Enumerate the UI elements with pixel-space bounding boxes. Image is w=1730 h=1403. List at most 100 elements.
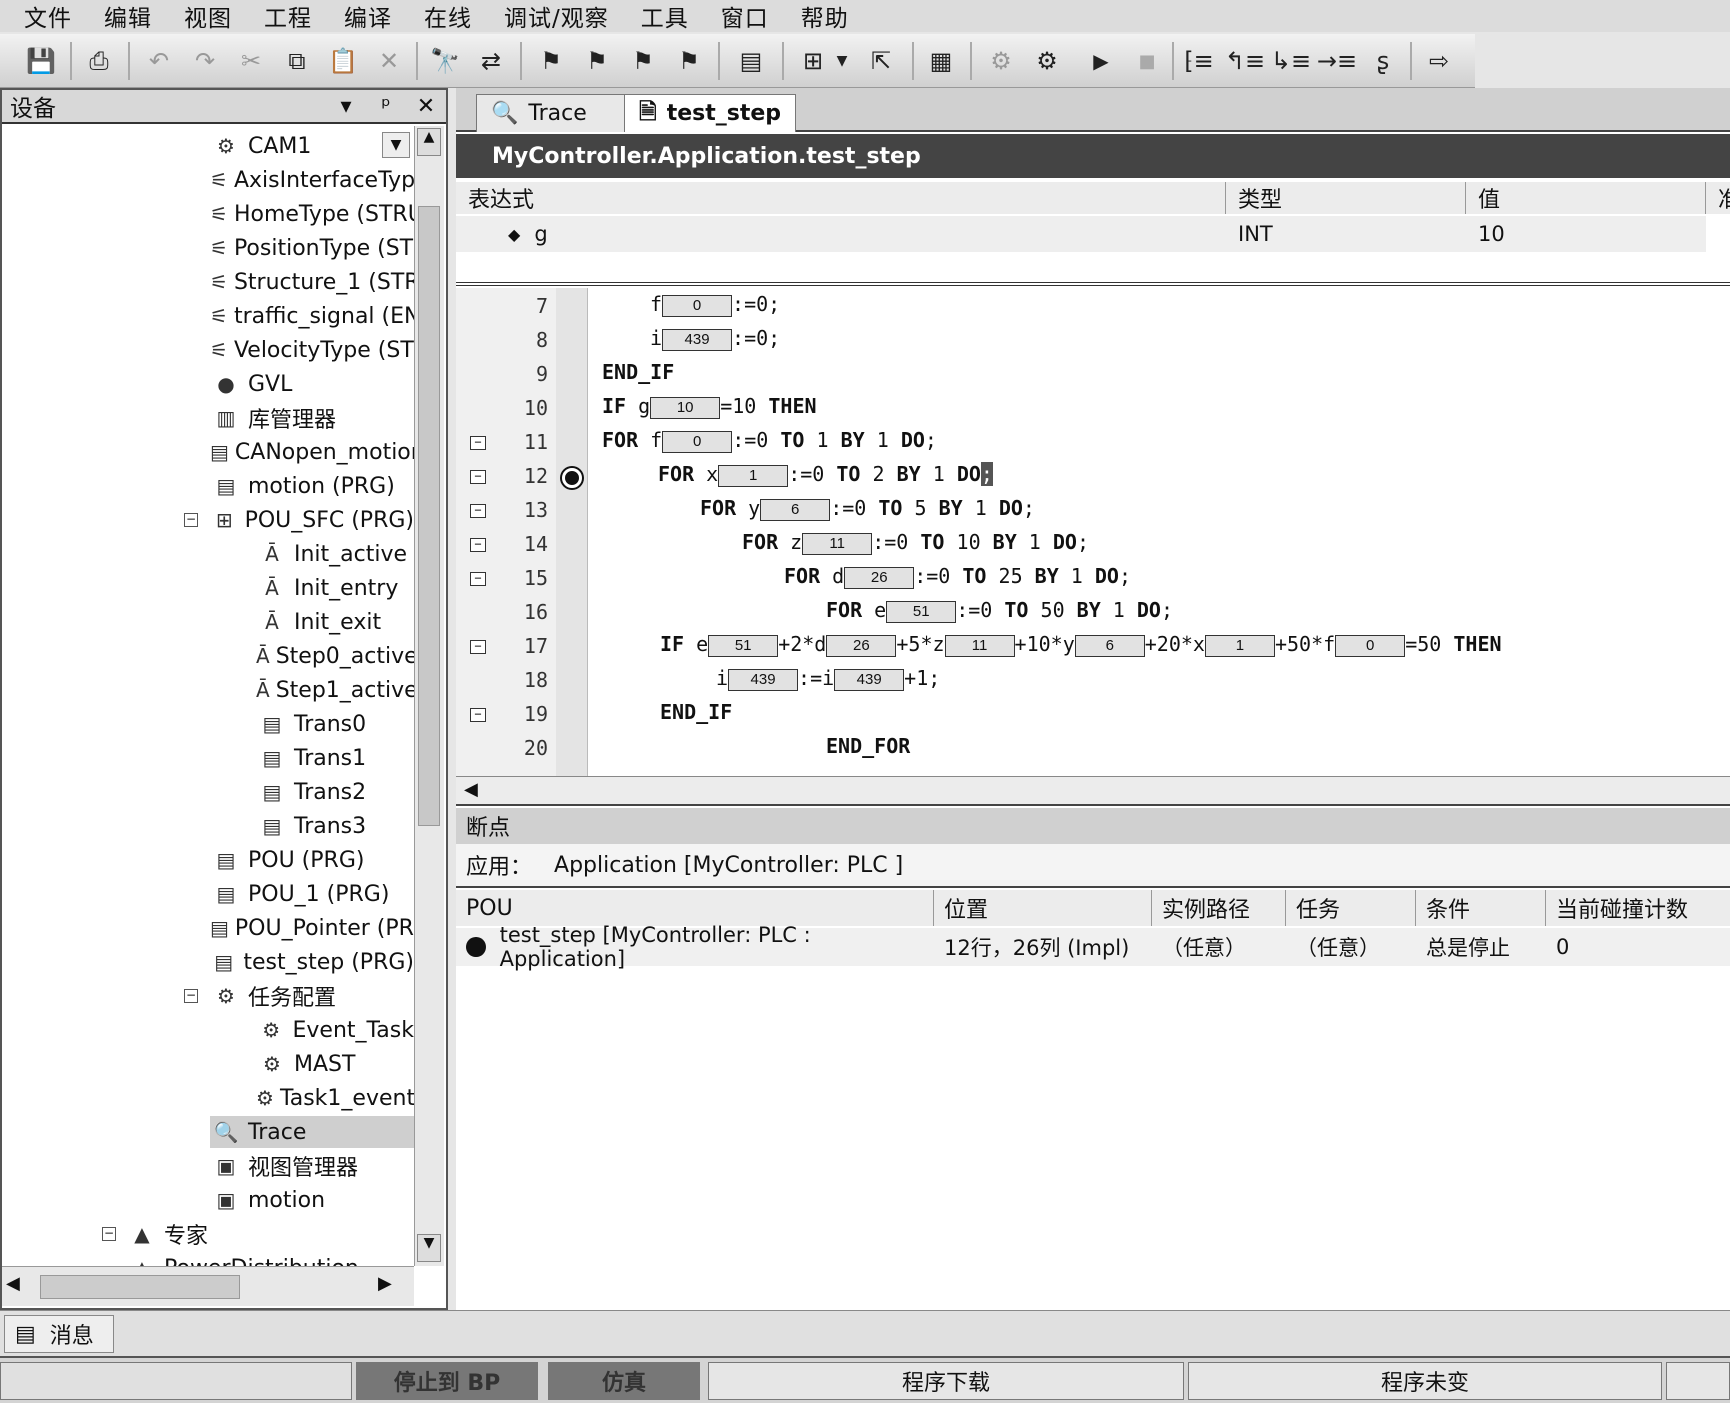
close-icon[interactable]: ✕ (406, 94, 446, 119)
menu-online[interactable]: 在线 (424, 0, 472, 33)
current-position-marker-icon[interactable] (562, 468, 582, 488)
save-icon[interactable]: 💾 (24, 44, 58, 78)
watch-header-expression[interactable]: 表达式 (456, 182, 1226, 214)
bookmark-prev-icon[interactable]: ⚑ (626, 44, 660, 78)
menu-window[interactable]: 窗口 (721, 0, 769, 33)
code-line[interactable]: IF e 51 +2*d 26 +5*z 11 +10*y 6 +20*x 1 +50*f 0 =50 … (660, 632, 1502, 657)
start-icon[interactable]: ▶ (1084, 44, 1118, 78)
fold-icon[interactable]: − (470, 538, 486, 552)
bp-header-hitcount[interactable]: 当前碰撞计数 (1546, 890, 1730, 926)
tree-item-任务配置[interactable]: ⚙ 任务配置 (210, 980, 414, 1012)
scroll-right-icon[interactable]: ▶ (378, 1273, 402, 1301)
code-line[interactable]: FOR y 6:=0 TO 5 BY 1 DO; (700, 496, 1035, 521)
step-into-icon[interactable]: ↳≡ (1271, 44, 1311, 78)
tree-item-pou-sfc-prg-[interactable]: ⊞ POU_SFC (PRG) (210, 504, 414, 536)
bp-header-pou[interactable]: POU (456, 890, 934, 926)
fold-icon[interactable]: − (470, 572, 486, 586)
chevron-down-icon[interactable]: ▼ (382, 132, 410, 158)
collapse-icon[interactable]: − (102, 1227, 116, 1241)
tree-item-专家[interactable]: ▲ 专家 (126, 1218, 414, 1250)
code-line[interactable]: FOR x 1:=0 TO 2 BY 1 DO; (658, 462, 993, 487)
fold-icon[interactable]: − (470, 708, 486, 722)
forward-icon[interactable]: ⇨ (1422, 44, 1456, 78)
tree-item-powerdistribution[interactable]: ▲ PowerDistribution (126, 1252, 414, 1267)
bookmark-clear-icon[interactable]: ⚑ (672, 44, 706, 78)
tree-item-gvl[interactable]: ● GVL (210, 368, 414, 400)
menu-edit[interactable]: 编辑 (104, 0, 152, 33)
build-icon[interactable]: ▤ (734, 44, 768, 78)
bp-header-position[interactable]: 位置 (934, 890, 1152, 926)
tree-item-axisinterfacetyp[interactable]: ⚟ AxisInterfaceTyp (210, 164, 414, 196)
code-line[interactable]: FOR d 26:=0 TO 25 BY 1 DO; (784, 564, 1131, 589)
tree-item-step1-active[interactable]: Ā Step1_active (256, 674, 414, 706)
download-icon[interactable]: ▦ (924, 44, 958, 78)
collapse-icon[interactable]: − (184, 989, 198, 1003)
code-line[interactable]: END_IF (660, 700, 732, 724)
tree-item-trans2[interactable]: ▤ Trans2 (256, 776, 414, 808)
bookmark-next-icon[interactable]: ⚑ (580, 44, 614, 78)
menu-file[interactable]: 文件 (24, 0, 72, 33)
menu-project[interactable]: 工程 (264, 0, 312, 33)
tree-item-视图管理器[interactable]: ▣ 视图管理器 (210, 1150, 414, 1182)
tree-item-trans0[interactable]: ▤ Trans0 (256, 708, 414, 740)
hscroll-thumb[interactable] (40, 1275, 240, 1299)
redo-icon[interactable]: ↷ (188, 44, 222, 78)
step-over-icon[interactable]: ↰≡ (1225, 44, 1265, 78)
code-line[interactable]: i 439:=0; (650, 326, 780, 351)
app-select[interactable]: Application [MyController: PLC ] (554, 853, 903, 878)
code-line[interactable]: f 0:=0; (650, 292, 780, 317)
tree-vertical-scrollbar[interactable]: ▲ ▼ (414, 126, 444, 1266)
scroll-left-icon[interactable]: ◀ (464, 779, 478, 800)
tree-item-structure-1-str[interactable]: ⚟ Structure_1 (STR (210, 266, 414, 298)
code-horizontal-scrollbar[interactable]: ◀ (456, 776, 1730, 806)
scroll-down-icon[interactable]: ▼ (417, 1234, 441, 1262)
scroll-up-icon[interactable]: ▲ (417, 128, 441, 156)
logout-icon[interactable]: ⚙ (1030, 44, 1064, 78)
fold-icon[interactable]: − (470, 504, 486, 518)
tree-item-mast[interactable]: ⚙ MAST (256, 1048, 414, 1080)
watch-row-value[interactable]: 10 (1466, 216, 1706, 252)
device-icon[interactable]: ⊞ (796, 44, 830, 78)
tree-item-pou-1-prg-[interactable]: ▤ POU_1 (PRG) (210, 878, 414, 910)
breakpoint-icon[interactable]: ⁅≡ (1182, 44, 1216, 78)
tab-trace[interactable]: 🔍 Trace (476, 94, 636, 132)
bp-row-pou[interactable]: test_step [MyController: PLC : Applicati… (456, 923, 934, 971)
tree-horizontal-scrollbar[interactable]: ◀ ▶ (2, 1266, 414, 1306)
tree-item-pou-prg-[interactable]: ▤ POU (PRG) (210, 844, 414, 876)
tree-item-task1-event[interactable]: ⚙ Task1_event (256, 1082, 414, 1114)
paste-icon[interactable]: 📋 (326, 44, 360, 78)
code-line[interactable]: FOR z 11:=0 TO 10 BY 1 DO; (742, 530, 1089, 555)
tree-item-init-exit[interactable]: Ā Init_exit (256, 606, 414, 638)
bp-header-task[interactable]: 任务 (1286, 890, 1416, 926)
code-line[interactable]: END_FOR (826, 734, 910, 758)
watch-header-prepared[interactable]: 准 (1706, 182, 1730, 214)
replace-icon[interactable]: ⇄ (474, 44, 508, 78)
tree-item-event-task[interactable]: ⚙ Event_Task (256, 1014, 414, 1046)
watch-header-value[interactable]: 值 (1466, 182, 1706, 214)
tree-item-trans1[interactable]: ▤ Trans1 (256, 742, 414, 774)
tree-item-init-entry[interactable]: Ā Init_entry (256, 572, 414, 604)
code-line[interactable]: IF g 10 =10 THEN (602, 394, 817, 419)
bp-header-instance[interactable]: 实例路径 (1152, 890, 1286, 926)
menu-view[interactable]: 视图 (184, 0, 232, 33)
fold-icon[interactable]: − (470, 436, 486, 450)
tab-test-step[interactable]: 🗎 test_step (624, 94, 796, 132)
cut-icon[interactable]: ✂ (234, 44, 268, 78)
export-icon[interactable]: ⇱ (864, 44, 898, 78)
tree-item-traffic-signal-eni[interactable]: ⚟ traffic_signal (ENI (210, 300, 414, 332)
tree-item-canopen-motion[interactable]: ▤ CANopen_motion (210, 436, 414, 468)
menu-help[interactable]: 帮助 (801, 0, 849, 33)
menu-debug[interactable]: 调试/观察 (504, 0, 609, 33)
stop-icon[interactable]: ■ (1130, 44, 1164, 78)
step-out-icon[interactable]: →≡ (1317, 44, 1357, 78)
copy-icon[interactable]: ⧉ (280, 44, 314, 78)
fold-icon[interactable]: − (470, 470, 486, 484)
breakpoint-column[interactable] (556, 288, 588, 776)
find-icon[interactable]: 🔭 (428, 44, 462, 78)
bookmark-icon[interactable]: ⚑ (534, 44, 568, 78)
tree-item-velocitytype-stf[interactable]: ⚟ VelocityType (STF (210, 334, 414, 366)
collapse-icon[interactable]: − (184, 513, 198, 527)
tree-item-motion-prg-[interactable]: ▤ motion (PRG) (210, 470, 414, 502)
tree-item-test-step-prg-[interactable]: ▤ test_step (PRG) (210, 946, 414, 978)
pin-icon[interactable]: ᵖ (366, 94, 406, 119)
